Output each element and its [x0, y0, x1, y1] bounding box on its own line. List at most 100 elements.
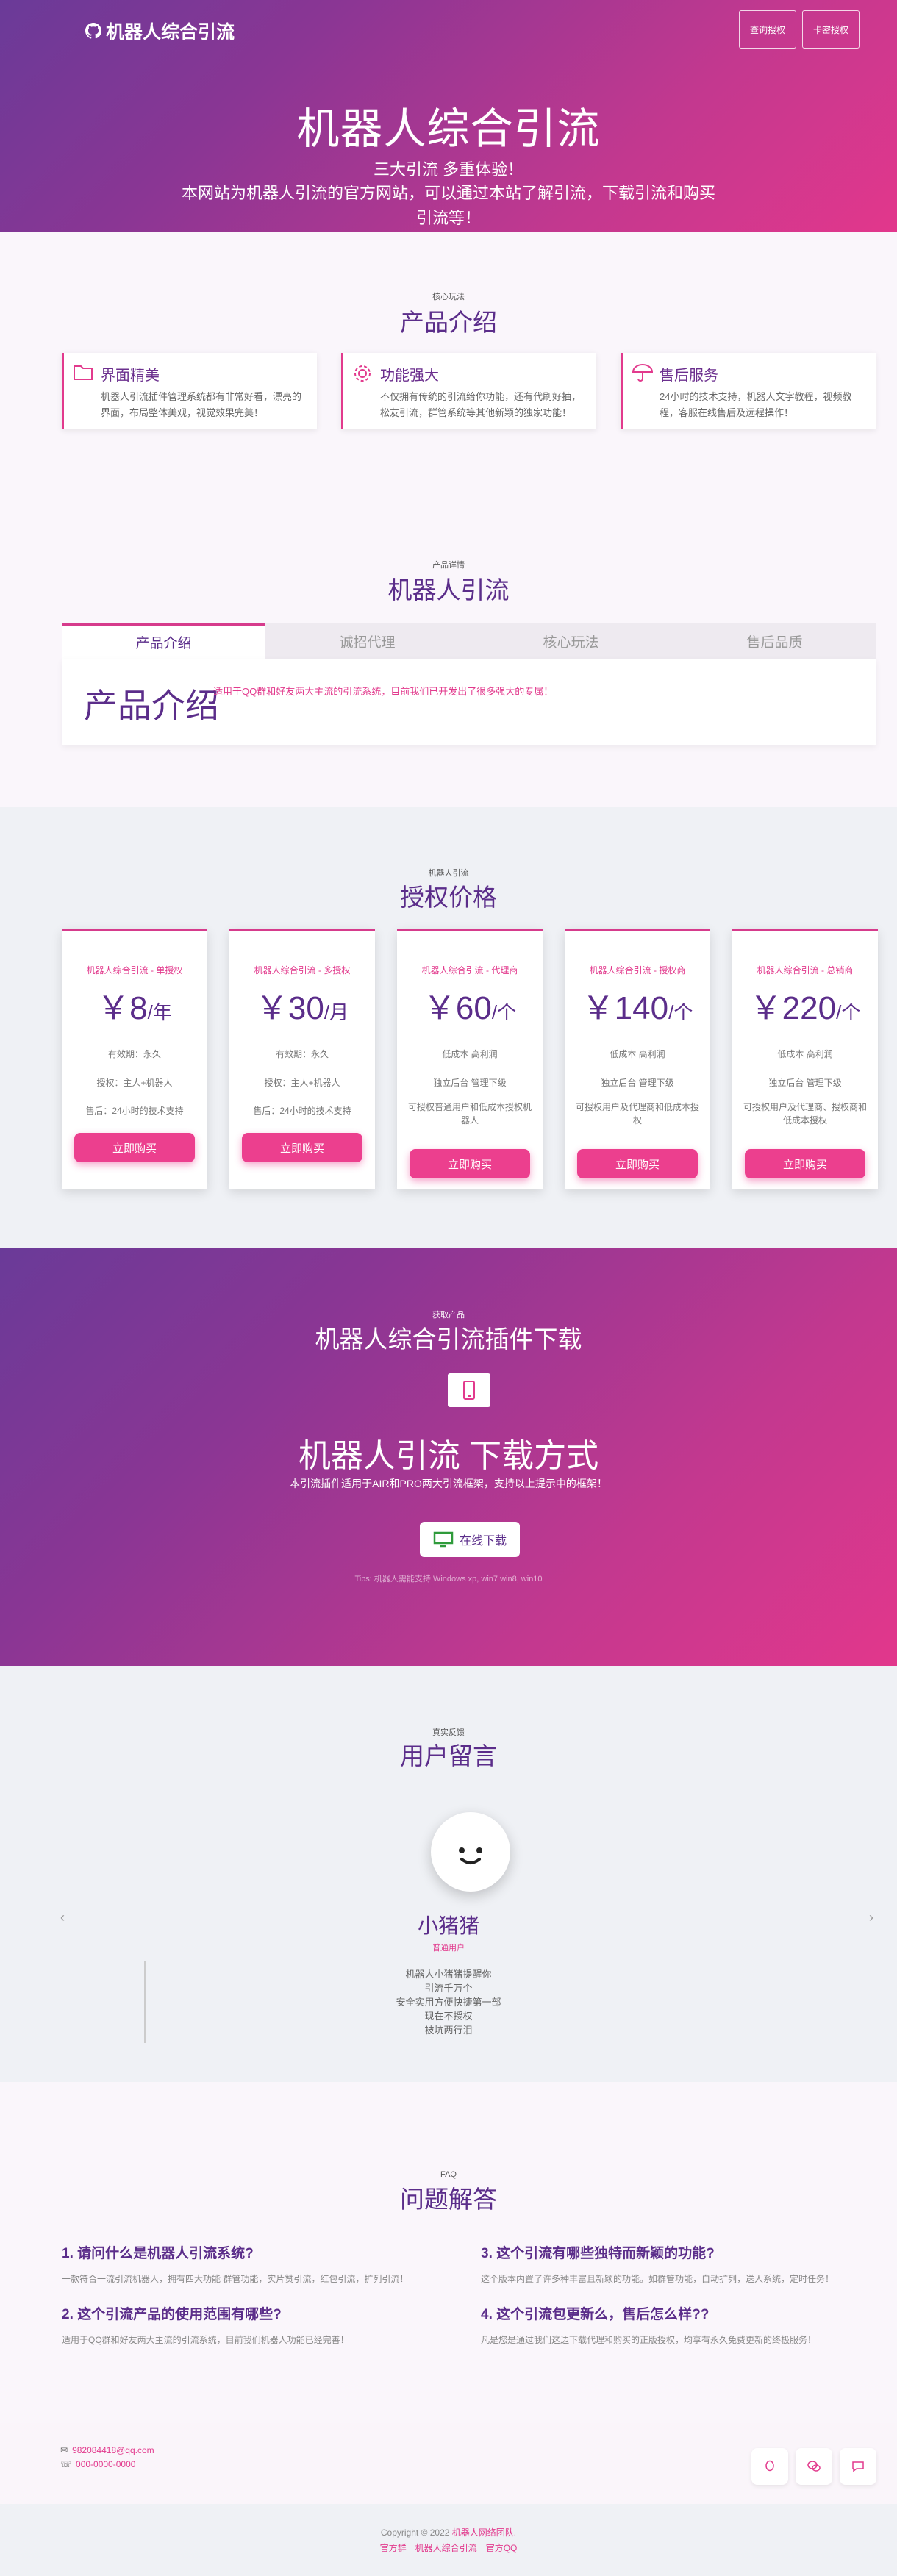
site-logo[interactable]: 机器人综合引流: [85, 18, 235, 44]
plan-price: ￥140/个: [582, 990, 693, 1026]
github-icon: [85, 23, 101, 39]
footer-link[interactable]: 机器人综合引流: [415, 2543, 477, 2553]
plan-feature: 独立后台 管理下级: [601, 1078, 674, 1088]
gear-icon: [352, 363, 373, 387]
faq-item: 2. 这个引流产品的使用范围有哪些? 适用于QQ群和好友两大主流的引流系统，目前我…: [62, 2303, 429, 2346]
faq-question: 2. 这个引流产品的使用范围有哪些?: [62, 2307, 282, 2322]
price-card: 机器人综合引流 - 代理商 ￥60/个 低成本 高利润 独立后台 管理下级 可授…: [397, 929, 543, 1189]
review-line: 被坑两行泪: [424, 2025, 473, 2036]
download-button-label: 在线下载: [459, 1535, 507, 1548]
plan-name: 机器人综合引流 - 单授权: [86, 965, 183, 976]
tab-after-sales[interactable]: 售后品质: [673, 623, 876, 659]
download-tips: Tips: 机器人需能支持 Windows xp, win7 win8, win…: [354, 1575, 543, 1584]
plan-price: ￥220/个: [749, 990, 861, 1026]
feature-text: 机器人引流插件管理系统都有非常好看，漂亮的界面，布局整体美观，视觉效果完美！: [101, 391, 302, 418]
reviewer-role: 普通用户: [432, 1944, 465, 1953]
plan-feature: 独立后台 管理下级: [768, 1078, 842, 1088]
footer-email[interactable]: ✉ 982084418@qq.com: [60, 2445, 154, 2455]
buy-button[interactable]: 立即购买: [242, 1133, 362, 1162]
robot-kicker: 产品详情: [432, 561, 465, 570]
tab-product-intro[interactable]: 产品介绍: [62, 623, 265, 659]
hero-description: 本网站为机器人引流的官方网站，可以通过本站了解引流，下载引流和购买引流等！: [181, 184, 715, 227]
avatar: [431, 1812, 510, 1892]
plan-price: ￥30/月: [255, 990, 349, 1026]
folder-icon: [73, 363, 93, 384]
hero-title: 机器人综合引流: [296, 105, 601, 153]
copyright-link[interactable]: 机器人网络团队.: [452, 2527, 516, 2538]
plan-feature: 售后：24小时的技术支持: [253, 1106, 351, 1116]
review-text: 机器人小猪猪提醒你 引流千万个 安全实用方便快捷第一部 现在不授权 被坑两行泪: [0, 1967, 897, 2037]
footer-phone: ☏ 000-0000-0000: [60, 2459, 135, 2469]
review-line: 现在不授权: [424, 2011, 473, 2022]
hero-subtitle: 三大引流 多重体验！: [373, 160, 524, 179]
copyright-text: Copyright © 2022 机器人网络团队.: [0, 2526, 897, 2539]
faq-answer: 适用于QQ群和好友两大主流的引流系统，目前我们机器人功能已经完善！: [62, 2335, 349, 2345]
plan-feature: 低成本 高利润: [610, 1049, 665, 1059]
plan-feature: 可授权用户及代理商和低成本授权: [575, 1102, 699, 1126]
plan-feature: 有效期：永久: [275, 1049, 329, 1059]
tab-core-play[interactable]: 核心玩法: [469, 623, 673, 659]
plan-feature: 低成本 高利润: [442, 1049, 498, 1059]
copyright-bar: [0, 2504, 897, 2576]
messages-title: 用户留言: [400, 1742, 497, 1770]
plan-feature: 可授权用户及代理商、授权商和低成本授权: [743, 1102, 867, 1126]
faq-item: 3. 这个引流有哪些独特而新颖的功能? 这个版本内置了许多种丰富且新颖的功能。如群…: [481, 2242, 848, 2285]
faq-question: 1. 请问什么是机器人引流系统?: [62, 2246, 254, 2261]
faq-kicker: FAQ: [440, 2170, 457, 2179]
umbrella-icon: [632, 363, 654, 386]
footer-link[interactable]: 官方QQ: [486, 2543, 518, 2553]
faq-question: 3. 这个引流有哪些独特而新颖的功能?: [481, 2246, 715, 2261]
plan-price: ￥8/年: [97, 990, 172, 1026]
monitor-icon: [433, 1531, 454, 1548]
faq-question: 4. 这个引流包更新么，售后怎么样??: [481, 2307, 710, 2322]
plan-name: 机器人综合引流 - 多授权: [254, 965, 351, 976]
plan-name: 机器人综合引流 - 授权商: [589, 965, 686, 976]
price-card: 机器人综合引流 - 总销商 ￥220/个 低成本 高利润 独立后台 管理下级 可…: [732, 929, 878, 1189]
query-auth-button[interactable]: 查询授权: [739, 10, 796, 49]
plan-feature: 独立后台 管理下级: [433, 1078, 507, 1088]
price-card: 机器人综合引流 - 单授权 ￥8/年 有效期：永久 授权：主人+机器人 售后：2…: [62, 929, 207, 1189]
buy-button[interactable]: 立即购买: [745, 1149, 865, 1178]
tab-recruit-agent[interactable]: 诚招代理: [265, 623, 469, 659]
chat-icon[interactable]: [840, 2448, 876, 2485]
faq-answer: 凡是您是通过我们这边下载代理和购买的正版授权，均享有永久免费更新的终极服务！: [481, 2335, 817, 2345]
faq-answer: 一款符合一流引流机器人，拥有四大功能 群管功能，实片赞引流，红包引流，扩列引流！: [62, 2274, 409, 2284]
pricing-title: 授权价格: [400, 884, 497, 911]
download-description: 本引流插件适用于AIR和PRO两大引流框架，支持以上提示中的框架！: [290, 1478, 607, 1489]
pricing-kicker: 机器人引流: [428, 869, 469, 878]
qq-icon[interactable]: [751, 2448, 788, 2485]
product-title: 产品介绍: [400, 309, 497, 336]
online-download-button[interactable]: 在线下载: [420, 1522, 520, 1557]
price-card: 机器人综合引流 - 授权商 ￥140/个 低成本 高利润 独立后台 管理下级 可…: [565, 929, 710, 1189]
plan-feature: 售后：24小时的技术支持: [85, 1106, 184, 1116]
product-kicker: 核心玩法: [432, 293, 465, 301]
copyright-label: Copyright © 2022: [380, 2527, 452, 2538]
plan-feature: 授权：主人+机器人: [264, 1078, 340, 1088]
buy-button[interactable]: 立即购买: [410, 1149, 530, 1178]
phone-icon: [448, 1373, 490, 1407]
hero-header: 机器人综合引流 查询授权 卡密授权 机器人综合引流 三大引流 多重体验！ 本网站…: [0, 0, 897, 232]
feature-text: 不仅拥有传统的引流给你功能，还有代刷好抽，松友引流，群管系统等其他新颖的独家功能…: [380, 391, 582, 418]
feature-text: 24小时的技术支持，机器人文字教程，视频教程，客服在线售后及远程操作！: [660, 391, 852, 418]
phone-call-icon: ☏: [60, 2459, 72, 2469]
buy-button[interactable]: 立即购买: [74, 1133, 195, 1162]
feature-card: 功能强大 不仅拥有传统的引流给你功能，还有代刷好抽，松友引流，群管系统等其他新颖…: [341, 353, 596, 429]
faq-item: 1. 请问什么是机器人引流系统? 一款符合一流引流机器人，拥有四大功能 群管功能，…: [62, 2242, 429, 2285]
tab-bar: 产品介绍 诚招代理 核心玩法 售后品质: [62, 623, 876, 659]
review-line: 机器人小猪猪提醒你: [405, 1969, 492, 1980]
robot-title: 机器人引流: [387, 576, 510, 604]
card-auth-button[interactable]: 卡密授权: [802, 10, 860, 49]
wechat-icon[interactable]: [796, 2448, 832, 2485]
download-heading: 机器人引流 下载方式: [298, 1438, 599, 1474]
feature-title: 功能强大: [380, 368, 439, 384]
footer-link[interactable]: 官方群: [380, 2543, 407, 2553]
feature-title: 界面精美: [101, 368, 160, 384]
panel-title: 产品介绍: [84, 687, 219, 725]
download-kicker: 获取产品: [432, 1311, 465, 1320]
buy-button[interactable]: 立即购买: [577, 1149, 698, 1178]
phone-text: 000-0000-0000: [76, 2459, 136, 2469]
plan-feature: 有效期：永久: [107, 1049, 161, 1059]
price-card: 机器人综合引流 - 多授权 ￥30/月 有效期：永久 授权：主人+机器人 售后：…: [229, 929, 375, 1189]
feature-title: 售后服务: [660, 368, 718, 384]
plan-price: ￥60/个: [423, 990, 517, 1026]
